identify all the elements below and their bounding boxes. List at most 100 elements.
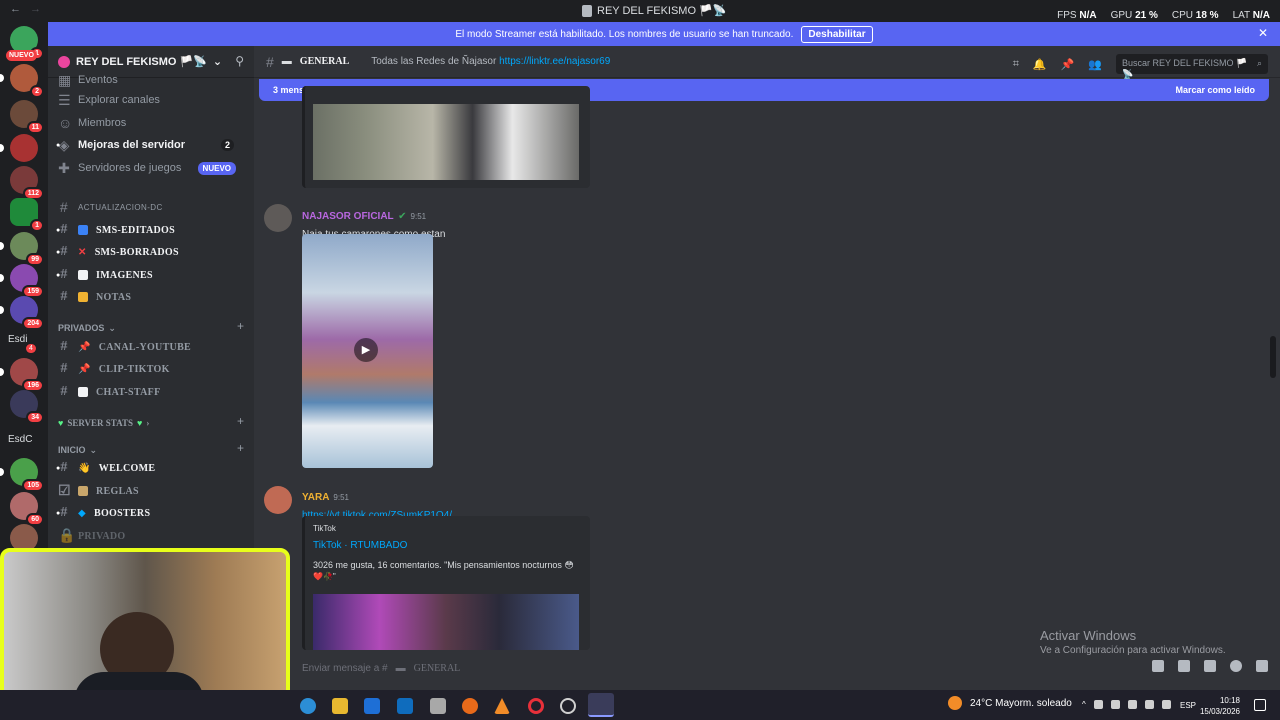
timestamp: 9:51: [410, 212, 427, 221]
search-input[interactable]: Buscar REY DEL FEKISMO 🏳️📡 ⌕: [1116, 54, 1268, 79]
server-icon[interactable]: [0, 134, 38, 162]
tray-app-icon[interactable]: [1093, 700, 1103, 709]
volume-icon[interactable]: [1144, 700, 1154, 709]
channel-clip-tiktok[interactable]: # 📌 CLIP-TIKTOK: [58, 359, 248, 379]
server-icon[interactable]: 99: [0, 232, 44, 266]
message-input[interactable]: Enviar mensaje a # ▬ GENERAL: [302, 658, 1272, 678]
add-channel-icon[interactable]: +: [237, 414, 244, 428]
server-icon[interactable]: 196: [0, 358, 44, 392]
channel-canal-youtube[interactable]: # 📌 CANAL-YOUTUBE: [58, 337, 248, 357]
outlook-icon[interactable]: [397, 698, 413, 714]
category-server-stats[interactable]: ♥ SERVER STATS ♥ ›: [58, 418, 149, 428]
channel-chat-staff[interactable]: # CHAT-STAFF: [58, 382, 248, 402]
forward-arrow-icon[interactable]: →: [30, 3, 41, 15]
sidebar-item-mejoras[interactable]: ● ◈ Mejoras del servidor 2: [56, 135, 248, 155]
embed-image[interactable]: [313, 594, 579, 650]
discord-icon[interactable]: [588, 693, 614, 717]
opera-icon[interactable]: [528, 698, 544, 714]
bell-icon[interactable]: 🔔: [1033, 58, 1047, 71]
add-channel-icon[interactable]: +: [237, 319, 244, 333]
sidebar-item-eventos[interactable]: ▦ Eventos: [58, 70, 248, 90]
composer-channel: GENERAL: [413, 662, 461, 674]
browse-icon: ☰: [58, 91, 71, 108]
video-attachment[interactable]: ▶: [302, 234, 433, 468]
pin-icon[interactable]: 📌: [1061, 58, 1075, 71]
channel-sms-borrados[interactable]: ● # ✕ SMS-BORRADOS: [56, 242, 248, 262]
store-icon[interactable]: [364, 698, 380, 714]
server-icon[interactable]: 2: [0, 64, 44, 98]
channel-boosters[interactable]: ● # ◆ BOOSTERS: [56, 503, 248, 523]
server-icon[interactable]: 1: [10, 198, 44, 232]
play-icon[interactable]: ▶: [354, 338, 378, 362]
gif-icon[interactable]: [1178, 660, 1190, 672]
server-icon[interactable]: 60: [10, 492, 44, 526]
server-text-icon[interactable]: Esdi: [8, 334, 27, 345]
network-icon[interactable]: [1127, 700, 1137, 709]
x-icon: ✕: [78, 246, 87, 258]
username[interactable]: YARA: [302, 492, 329, 503]
verified-icon: ✔: [398, 211, 407, 222]
lat-label: LAT: [1232, 10, 1250, 21]
chat-area: # ▬ GENERAL Todas las Redes de Ñajasor h…: [254, 46, 1280, 690]
emoji-icon[interactable]: [1230, 660, 1242, 672]
channel-label: PRIVADO: [78, 530, 126, 542]
vlc-icon[interactable]: [494, 698, 510, 714]
embed-title[interactable]: TikTok · RTUMBADO: [313, 540, 407, 551]
language-indicator[interactable]: ESP: [1180, 701, 1196, 710]
channel-label: NOTAS: [96, 291, 132, 303]
server-icon[interactable]: 11: [10, 100, 44, 134]
sidebar-item-label: Miembros: [78, 117, 127, 129]
sidebar-item-actualizacion[interactable]: # ACTUALIZACION-DC: [58, 197, 248, 217]
edge-icon[interactable]: [300, 698, 316, 714]
username[interactable]: NAJASOR OFICIAL: [302, 211, 394, 222]
disable-streamer-button[interactable]: Deshabilitar: [801, 25, 873, 43]
threads-icon[interactable]: ⌗: [1013, 58, 1019, 71]
clock[interactable]: 10:18 15/03/2026: [1200, 695, 1240, 717]
category-inicio[interactable]: INICIO ⌄: [58, 445, 97, 456]
members-list-icon[interactable]: 👥: [1088, 58, 1102, 71]
channel-privado[interactable]: 🔒 PRIVADO: [58, 526, 248, 546]
close-icon[interactable]: ✕: [1258, 26, 1268, 40]
topic-link[interactable]: https://linktr.ee/najasor69: [499, 56, 610, 67]
server-icon[interactable]: 159: [0, 264, 44, 298]
channel-welcome[interactable]: ● # 👋 WELCOME: [56, 458, 248, 478]
channel-reglas[interactable]: ☑ REGLAS: [58, 481, 248, 501]
sidebar-item-explorar[interactable]: ☰ Explorar canales: [58, 90, 248, 110]
channel-sms-editados[interactable]: ● # SMS-EDITADOS: [56, 220, 248, 240]
server-text-icon[interactable]: EsdC: [8, 434, 32, 445]
app-icon[interactable]: [430, 698, 446, 714]
note-icon: [78, 292, 88, 302]
microphone-icon[interactable]: [1110, 700, 1120, 709]
server-icon[interactable]: 105: [0, 458, 44, 492]
embed-image[interactable]: [313, 104, 579, 180]
channel-topic: Todas las Redes de Ñajasor https://linkt…: [371, 56, 610, 67]
scrollbar[interactable]: [1270, 336, 1276, 378]
avatar[interactable]: [264, 204, 292, 232]
add-channel-icon[interactable]: +: [237, 441, 244, 455]
channel-notas[interactable]: # NOTAS: [58, 287, 248, 307]
usb-icon[interactable]: [1161, 700, 1171, 709]
chevron-up-icon[interactable]: ^: [1082, 700, 1086, 709]
sticker-icon[interactable]: [1204, 660, 1216, 672]
server-icon[interactable]: 112: [10, 166, 44, 200]
avatar[interactable]: [264, 486, 292, 514]
obs-icon[interactable]: [560, 698, 576, 714]
weather-widget[interactable]: 24°C Mayorm. soleado: [948, 696, 1072, 710]
sidebar-item-label: Explorar canales: [78, 94, 160, 106]
sidebar-item-miembros[interactable]: ☺ Miembros: [58, 113, 248, 133]
channel-imagenes[interactable]: ● # IMAGENES: [56, 265, 248, 285]
server-icon[interactable]: 204: [0, 296, 44, 330]
mark-as-read-button[interactable]: Marcar como leído: [1175, 85, 1255, 95]
category-privados[interactable]: PRIVADOS ⌄: [58, 323, 116, 334]
gift-icon[interactable]: [1152, 660, 1164, 672]
notification-icon[interactable]: [1254, 699, 1266, 711]
add-member-icon[interactable]: ⚲: [235, 54, 244, 68]
hash-icon: #: [60, 289, 68, 304]
file-explorer-icon[interactable]: [332, 698, 348, 714]
server-icon[interactable]: 34: [10, 390, 44, 424]
firefox-icon[interactable]: [462, 698, 478, 714]
sidebar-item-juegos[interactable]: ✚ Servidores de juegos NUEVO: [58, 158, 248, 178]
back-arrow-icon[interactable]: ←: [10, 3, 21, 15]
unread-badge: 105: [22, 479, 44, 492]
apps-icon[interactable]: [1256, 660, 1268, 672]
